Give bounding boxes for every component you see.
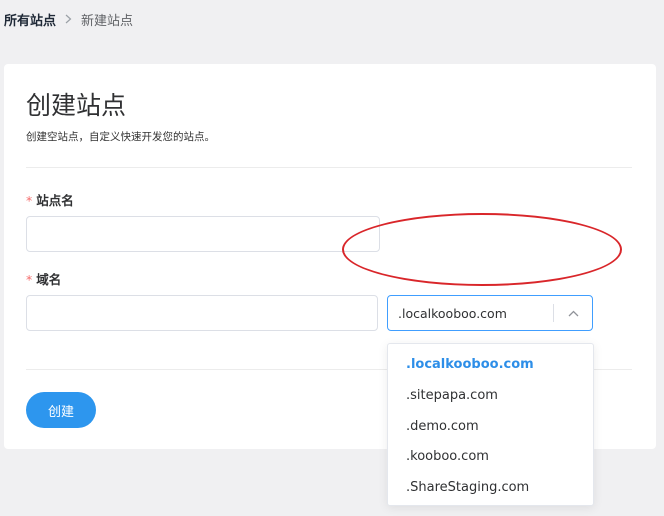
- domain-label-text: 域名: [36, 272, 62, 287]
- domain-suffix-dropdown: .localkooboo.com .sitepapa.com .demo.com…: [387, 343, 594, 506]
- chevron-right-icon: [65, 13, 72, 27]
- dropdown-option-sitepapa[interactable]: .sitepapa.com: [388, 381, 593, 412]
- domain-suffix-select[interactable]: .localkooboo.com: [387, 295, 593, 331]
- domain-label: * 域名: [26, 269, 61, 288]
- required-mark: *: [26, 272, 33, 287]
- dropdown-option-demo[interactable]: .demo.com: [388, 412, 593, 443]
- domain-suffix-value: .localkooboo.com: [398, 305, 507, 321]
- dropdown-option-localkooboo[interactable]: .localkooboo.com: [388, 350, 593, 381]
- page-subtitle: 创建空站点，自定义快速开发您的站点。: [26, 131, 215, 143]
- breadcrumb-new-site: 新建站点: [81, 14, 134, 29]
- create-button[interactable]: 创建: [26, 392, 96, 428]
- divider: [26, 167, 632, 168]
- required-mark: *: [26, 193, 33, 208]
- site-name-label-text: 站点名: [36, 193, 74, 208]
- domain-input[interactable]: [26, 295, 378, 331]
- site-name-input[interactable]: [26, 216, 380, 252]
- chevron-up-icon[interactable]: [554, 310, 592, 317]
- breadcrumb-all-sites[interactable]: 所有站点: [4, 10, 56, 29]
- page-title: 创建站点: [26, 91, 127, 120]
- dropdown-option-kooboo[interactable]: .kooboo.com: [388, 442, 593, 473]
- site-name-label: * 站点名: [26, 190, 74, 209]
- dropdown-option-sharestaging[interactable]: .ShareStaging.com: [388, 473, 593, 504]
- breadcrumb: 所有站点 新建站点: [4, 10, 133, 29]
